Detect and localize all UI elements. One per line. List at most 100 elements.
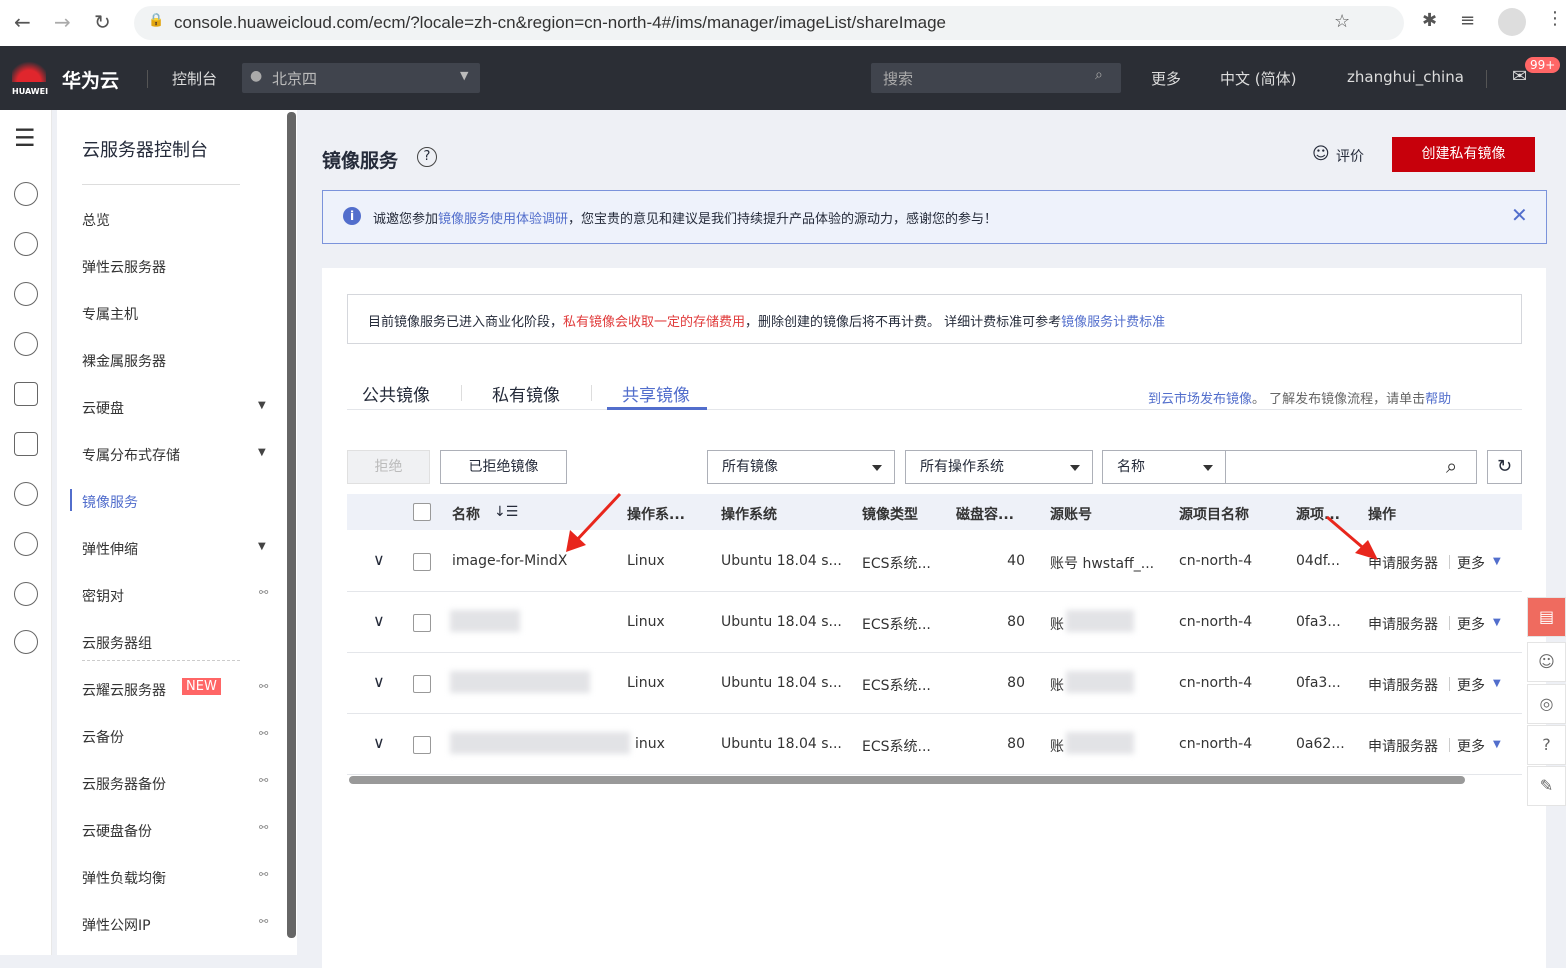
service-icon[interactable] (14, 332, 38, 356)
search-field-select[interactable]: 名称 (1102, 450, 1226, 484)
cell-name[interactable]: image-for-MindX (452, 553, 567, 569)
language-link[interactable]: 中文 (简体) (1220, 68, 1296, 89)
apply-server-link[interactable]: 申请服务器 (1368, 614, 1438, 634)
rate-link[interactable]: 评价 (1336, 146, 1364, 166)
globe-icon[interactable] (14, 582, 38, 606)
service-icon[interactable] (14, 232, 38, 256)
service-icon[interactable] (14, 532, 38, 556)
column-header[interactable]: 名称 (452, 504, 480, 524)
caret-down-icon[interactable]: ▼ (258, 541, 266, 552)
sidebar-item[interactable]: 云服务器备份 (82, 774, 166, 794)
os-filter-select[interactable]: 所有操作系统 (905, 450, 1093, 484)
more-link[interactable]: 更多 (1151, 68, 1181, 89)
service-icon[interactable] (14, 432, 38, 456)
row-checkbox[interactable] (413, 736, 431, 754)
image-filter-select[interactable]: 所有镜像 (707, 450, 895, 484)
expand-chevron-icon[interactable]: ∨ (373, 672, 385, 691)
hamburger-icon[interactable]: ☰ (14, 124, 36, 152)
sidebar-item[interactable]: 弹性云服务器 (82, 257, 166, 277)
sidebar-item[interactable]: 弹性伸缩 (82, 539, 138, 559)
column-header[interactable]: 操作 (1368, 504, 1396, 524)
help-icon[interactable]: ? (417, 147, 437, 167)
tab-public-images[interactable]: 公共镜像 (362, 381, 430, 406)
row-checkbox[interactable] (413, 553, 431, 571)
rejected-images-button[interactable]: 已拒绝镜像 (440, 450, 567, 484)
caret-down-icon[interactable]: ▼ (258, 400, 266, 411)
address-bar[interactable]: 🔒 console.huaweicloud.com/ecm/?locale=zh… (134, 6, 1404, 40)
column-header[interactable]: 操作系统 (721, 504, 777, 524)
region-select[interactable]: ● 北京四 ▼ (242, 63, 480, 93)
expand-chevron-icon[interactable]: ∨ (373, 733, 385, 752)
caret-down-icon[interactable]: ▼ (258, 447, 266, 458)
sidebar-item[interactable]: 云耀云服务器 (82, 680, 166, 700)
caret-down-icon[interactable]: ▼ (1493, 678, 1501, 689)
apply-server-link[interactable]: 申请服务器 (1368, 675, 1438, 695)
sidebar-item[interactable]: 云硬盘备份 (82, 821, 152, 841)
extensions-icon[interactable]: ✱ (1422, 10, 1437, 31)
tab-shared-images[interactable]: 共享镜像 (622, 381, 690, 406)
service-icon[interactable] (14, 182, 38, 206)
sidebar-item[interactable]: 云备份 (82, 727, 124, 747)
profile-avatar[interactable] (1498, 8, 1526, 36)
headset-icon[interactable]: ◎ (1527, 684, 1566, 724)
service-icon[interactable] (14, 282, 38, 306)
sidebar-item[interactable]: 云服务器组 (82, 633, 152, 653)
table-scrollbar[interactable] (349, 776, 1465, 784)
sidebar-item[interactable]: 镜像服务 (82, 492, 138, 512)
caret-down-icon[interactable]: ▼ (1493, 617, 1501, 628)
column-header[interactable]: 磁盘容... (956, 504, 1014, 524)
caret-down-icon[interactable]: ▼ (1493, 556, 1501, 567)
close-icon[interactable]: ✕ (1511, 203, 1528, 227)
sidebar-item[interactable]: 云硬盘 (82, 398, 124, 418)
more-dropdown[interactable]: 更多 (1457, 736, 1485, 756)
apply-server-link[interactable]: 申请服务器 (1368, 553, 1438, 573)
media-icon[interactable]: ≡ (1460, 10, 1475, 31)
star-icon[interactable]: ☆ (1334, 11, 1350, 32)
reload-icon[interactable]: ↻ (94, 10, 111, 34)
select-all-checkbox[interactable] (413, 503, 431, 521)
back-icon[interactable]: ← (14, 10, 31, 34)
sidebar-item[interactable]: 专属主机 (82, 304, 138, 324)
smile-icon[interactable]: ☺ (1312, 144, 1330, 164)
search-input[interactable]: 搜索 ⌕ (871, 63, 1121, 93)
sidebar-item[interactable]: 专属分布式存储 (82, 445, 180, 465)
service-icon[interactable] (14, 482, 38, 506)
edit-note-icon[interactable]: ✎ (1527, 766, 1566, 806)
apply-server-link[interactable]: 申请服务器 (1368, 736, 1438, 756)
expand-chevron-icon[interactable]: ∨ (373, 550, 385, 569)
user-link[interactable]: zhanghui_china (1347, 68, 1464, 86)
help-link[interactable]: 帮助 (1425, 392, 1451, 407)
more-dropdown[interactable]: 更多 (1457, 614, 1485, 634)
table-search-input[interactable]: ⌕ (1225, 450, 1477, 484)
brand[interactable]: 华为云 (62, 66, 119, 93)
mail-icon[interactable]: ✉ (1512, 66, 1527, 87)
column-header[interactable]: 镜像类型 (862, 504, 918, 524)
sort-icon[interactable]: ↓☰ (494, 504, 518, 520)
column-header[interactable]: 源项目名称 (1179, 504, 1249, 524)
sidebar-scrollbar[interactable] (287, 112, 296, 938)
column-header[interactable]: 源账号 (1050, 504, 1092, 524)
expand-chevron-icon[interactable]: ∨ (373, 611, 385, 630)
feedback-smile-icon[interactable]: ☺ (1527, 642, 1566, 682)
search-icon[interactable]: ⌕ (1095, 67, 1103, 83)
chat-icon[interactable]: ▤ (1527, 597, 1566, 637)
search-icon[interactable]: ⌕ (1446, 454, 1457, 478)
console-link[interactable]: 控制台 (172, 68, 217, 89)
billing-link[interactable]: 镜像服务计费标准 (1061, 315, 1165, 330)
survey-link[interactable]: 镜像服务使用体验调研 (438, 212, 568, 227)
more-dropdown[interactable]: 更多 (1457, 553, 1485, 573)
forward-icon[interactable]: → (54, 10, 71, 34)
row-checkbox[interactable] (413, 675, 431, 693)
refresh-button[interactable]: ↻ (1487, 450, 1522, 484)
sidebar-item[interactable]: 弹性公网IP (82, 915, 151, 935)
more-dropdown[interactable]: 更多 (1457, 675, 1485, 695)
column-header[interactable]: 源项... (1296, 504, 1340, 524)
caret-down-icon[interactable]: ▼ (1493, 739, 1501, 750)
sidebar-item[interactable]: 裸金属服务器 (82, 351, 166, 371)
sidebar-item[interactable]: 弹性负载均衡 (82, 868, 166, 888)
row-checkbox[interactable] (413, 614, 431, 632)
ip-icon[interactable] (14, 630, 38, 654)
tab-private-images[interactable]: 私有镜像 (492, 381, 560, 406)
reject-button[interactable]: 拒绝 (347, 450, 430, 484)
create-private-image-button[interactable]: 创建私有镜像 (1392, 137, 1535, 172)
